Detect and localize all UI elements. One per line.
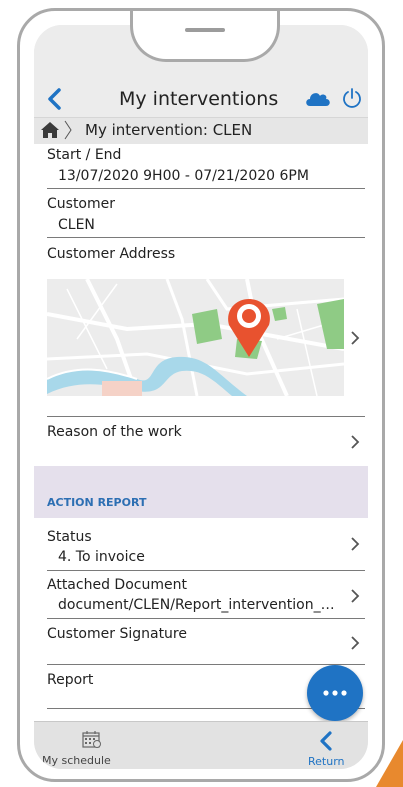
attached-document-value: document/CLEN/Report_intervention_… [58, 597, 335, 613]
back-arrow-icon[interactable] [44, 87, 66, 111]
start-end-value: 13/07/2020 9H00 - 07/21/2020 6PM [58, 168, 309, 184]
breadcrumb-current: My intervention: CLEN [85, 121, 253, 139]
power-icon[interactable] [341, 87, 363, 109]
status-label: Status [47, 529, 92, 545]
report-label: Report [47, 672, 94, 688]
section-title: ACTION REPORT [47, 496, 147, 509]
home-icon[interactable] [40, 121, 60, 139]
more-actions-button[interactable] [307, 665, 363, 721]
return-arrow-icon [320, 731, 332, 751]
app-screen: My interventions My intervention: CLEN S… [34, 25, 368, 769]
divider [47, 570, 365, 571]
chevron-right-icon[interactable] [350, 331, 360, 345]
breadcrumb-separator-icon [64, 120, 72, 140]
divider [47, 188, 365, 189]
chevron-right-icon[interactable] [350, 636, 360, 650]
page-title: My interventions [119, 88, 279, 110]
bottom-tab-bar: My schedule Return [34, 721, 368, 769]
speaker-bar [185, 28, 225, 32]
divider [47, 416, 365, 417]
chevron-right-icon[interactable] [350, 435, 360, 449]
phone-notch [130, 11, 280, 62]
start-end-label: Start / End [47, 147, 122, 163]
tab-label: My schedule [42, 754, 111, 767]
customer-address-label: Customer Address [47, 246, 176, 262]
action-report-header: ACTION REPORT [34, 466, 368, 518]
customer-signature-label: Customer Signature [47, 626, 187, 642]
phone-frame: My interventions My intervention: CLEN S… [17, 8, 385, 782]
tab-my-schedule[interactable]: My schedule [34, 722, 144, 769]
divider [47, 664, 365, 665]
breadcrumb: My intervention: CLEN [34, 117, 368, 145]
more-dots-icon [323, 690, 347, 696]
chevron-right-icon[interactable] [350, 589, 360, 603]
cloud-icon[interactable] [304, 89, 330, 107]
customer-value: CLEN [58, 217, 95, 233]
divider [47, 237, 365, 238]
calendar-icon [82, 731, 101, 748]
tab-label: Return [308, 755, 345, 768]
reason-label: Reason of the work [47, 424, 182, 440]
divider [47, 618, 365, 619]
customer-label: Customer [47, 196, 116, 212]
chevron-right-icon[interactable] [350, 537, 360, 551]
attached-document-label: Attached Document [47, 577, 187, 593]
tab-return[interactable]: Return [284, 722, 368, 769]
status-value: 4. To invoice [58, 549, 145, 565]
detail-list: Start / End 13/07/2020 9H00 - 07/21/2020… [34, 144, 368, 721]
address-map[interactable] [47, 279, 344, 396]
